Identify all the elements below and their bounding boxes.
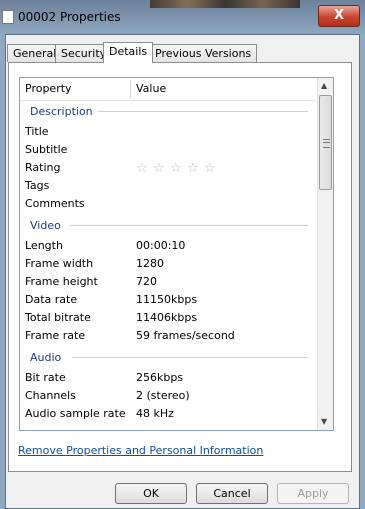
star-icon[interactable]: ☆: [204, 161, 221, 176]
remove-properties-link[interactable]: Remove Properties and Personal Informati…: [18, 444, 263, 457]
property-tags[interactable]: Tags: [25, 179, 49, 192]
group-divider: [70, 225, 308, 226]
property-comments[interactable]: Comments: [25, 197, 85, 210]
property-frame-rate[interactable]: Frame rate: [25, 329, 85, 342]
property-channels[interactable]: Channels: [25, 389, 76, 402]
column-separator[interactable]: [130, 80, 131, 98]
header-divider: [20, 100, 316, 101]
star-icon[interactable]: ☆: [170, 161, 187, 176]
close-button[interactable]: X: [318, 5, 360, 27]
tab-details[interactable]: Details: [103, 42, 154, 63]
scroll-down-arrow-icon[interactable]: ▼: [321, 417, 327, 426]
scrollbar-thumb[interactable]: [319, 95, 332, 190]
value-frame-height: 720: [136, 275, 157, 288]
title-bar-thumbnail-strip: [150, 0, 300, 8]
star-icon[interactable]: ☆: [153, 161, 170, 176]
value-bit-rate: 256kbps: [136, 371, 184, 384]
property-frame-width[interactable]: Frame width: [25, 257, 93, 270]
property-subtitle[interactable]: Subtitle: [25, 143, 67, 156]
value-channels: 2 (stereo): [136, 389, 190, 402]
group-divider: [98, 111, 308, 112]
property-rating[interactable]: Rating: [25, 161, 60, 174]
property-bit-rate[interactable]: Bit rate: [25, 371, 66, 384]
value-total-bitrate: 11406kbps: [136, 311, 198, 324]
value-length: 00:00:10: [136, 239, 186, 252]
cancel-button[interactable]: Cancel: [196, 483, 268, 504]
property-data-rate[interactable]: Data rate: [25, 293, 77, 306]
group-heading-audio: Audio: [30, 351, 62, 364]
property-frame-height[interactable]: Frame height: [25, 275, 98, 288]
property-length[interactable]: Length: [25, 239, 63, 252]
value-frame-rate: 59 frames/second: [136, 329, 235, 342]
value-frame-width: 1280: [136, 257, 164, 270]
group-divider: [72, 357, 308, 358]
group-heading-description: Description: [30, 105, 93, 118]
property-title[interactable]: Title: [25, 125, 49, 138]
apply-button[interactable]: Apply: [277, 483, 349, 504]
star-icon[interactable]: ☆: [187, 161, 204, 176]
group-heading-video: Video: [30, 219, 61, 232]
value-audio-sample-rate: 48 kHz: [136, 407, 174, 420]
value-data-rate: 11150kbps: [136, 293, 198, 306]
column-header-value[interactable]: Value: [136, 78, 166, 100]
scroll-up-arrow-icon[interactable]: ▲: [321, 81, 327, 90]
scrollbar-grip-icon: [323, 139, 330, 148]
ok-button[interactable]: OK: [115, 483, 187, 504]
window-title: 00002 Properties: [18, 10, 121, 24]
details-property-list: Property Value Description Title Subtitl…: [19, 77, 334, 431]
property-total-bitrate[interactable]: Total bitrate: [25, 311, 91, 324]
rating-stars[interactable]: ☆ ☆ ☆ ☆ ☆: [136, 161, 221, 176]
column-header-property[interactable]: Property: [25, 78, 72, 100]
tab-previous-versions[interactable]: Previous Versions: [149, 44, 258, 62]
vertical-scrollbar[interactable]: ▲ ▼: [317, 78, 333, 430]
file-icon: [2, 10, 14, 24]
star-icon[interactable]: ☆: [136, 161, 153, 176]
property-audio-sample-rate[interactable]: Audio sample rate: [25, 407, 126, 420]
